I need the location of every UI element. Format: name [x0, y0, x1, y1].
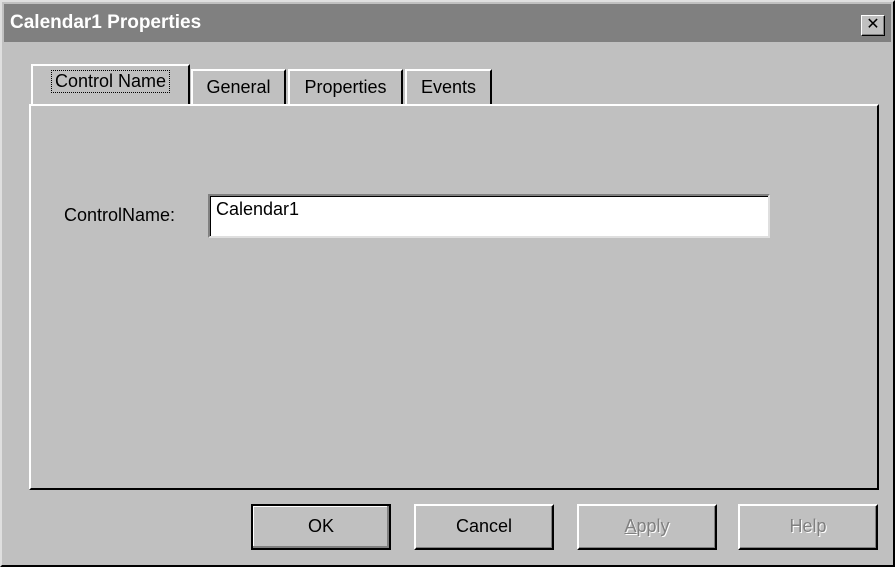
apply-button: Apply: [577, 504, 717, 550]
control-name-label: ControlName:: [64, 205, 176, 225]
close-button[interactable]: ✕: [861, 15, 885, 36]
tab-control-name[interactable]: Control Name: [31, 64, 190, 104]
window-title: Calendar1 Properties: [10, 12, 202, 33]
control-name-input[interactable]: [208, 194, 770, 238]
tab-control-name-label: Control Name: [50, 70, 171, 93]
tab-properties[interactable]: Properties: [288, 69, 403, 104]
apply-label-rest: pply: [636, 516, 670, 536]
tab-events-label: Events: [420, 77, 477, 97]
close-icon: ✕: [866, 16, 880, 33]
cancel-button[interactable]: Cancel: [414, 504, 554, 550]
ok-button[interactable]: OK: [251, 504, 391, 550]
title-bar: Calendar1 Properties ✕: [4, 4, 891, 42]
help-button: Help: [738, 504, 878, 550]
tab-general-label: General: [206, 77, 271, 97]
tab-general[interactable]: General: [191, 69, 286, 104]
tab-events[interactable]: Events: [405, 69, 492, 104]
tab-properties-label: Properties: [304, 77, 387, 97]
properties-dialog: Calendar1 Properties ✕ Control Name Gene…: [0, 0, 895, 567]
tab-panel: [29, 104, 879, 490]
apply-mnemonic: A: [624, 516, 637, 536]
